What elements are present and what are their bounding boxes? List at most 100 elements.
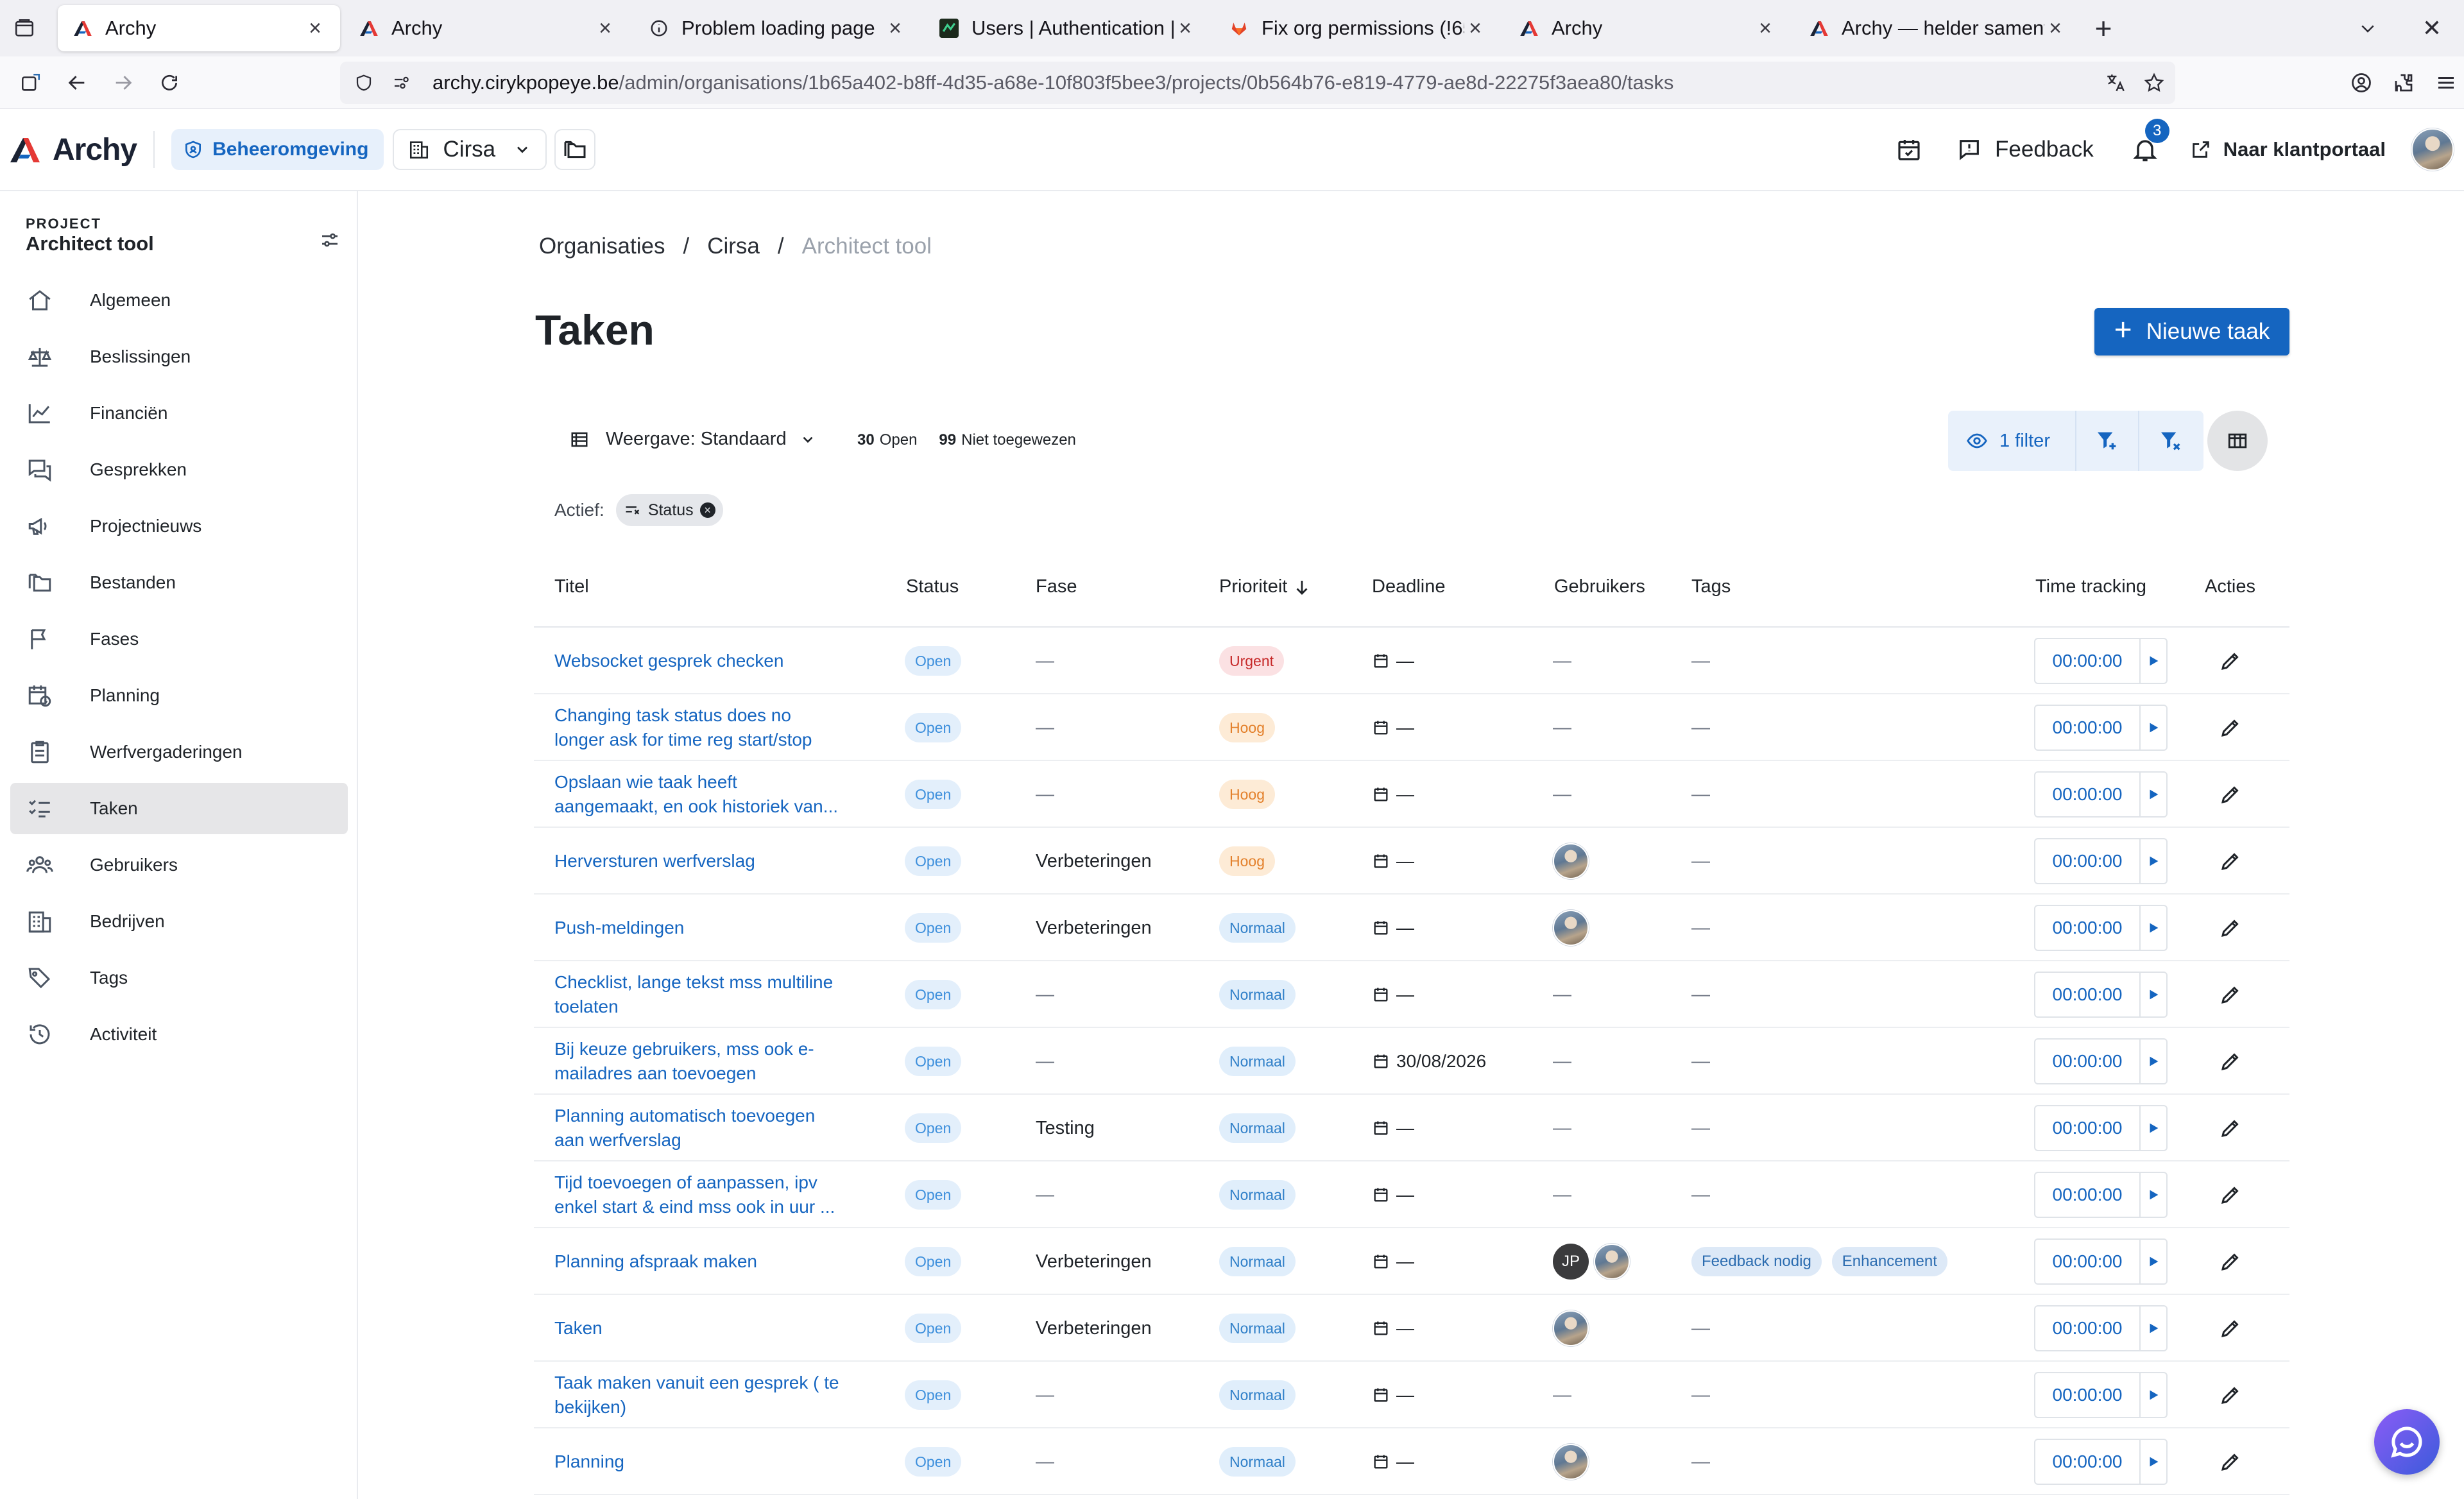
status-badge[interactable]: Open <box>905 913 962 943</box>
browser-tab[interactable]: Archy × <box>1504 5 1790 51</box>
task-deadline-cell[interactable]: — <box>1372 1362 1414 1428</box>
tag-pill[interactable]: Feedback nodig <box>1691 1247 1822 1276</box>
notifications-button[interactable]: 3 <box>2119 119 2171 175</box>
edit-task-button[interactable] <box>2211 1242 2250 1281</box>
priority-badge[interactable]: Normaal <box>1219 1447 1296 1477</box>
priority-badge[interactable]: Normaal <box>1219 1380 1296 1410</box>
edit-task-button[interactable] <box>2211 1109 2250 1147</box>
priority-badge[interactable]: Normaal <box>1219 1314 1296 1343</box>
task-title-link[interactable]: Planning afspraak maken <box>554 1228 869 1295</box>
tab-close-icon[interactable]: × <box>1464 16 1486 41</box>
column-tags[interactable]: Tags <box>1691 576 1731 597</box>
sidebar-item-tags[interactable]: Tags <box>10 952 348 1004</box>
user-avatar[interactable] <box>1553 910 1589 946</box>
edit-task-button[interactable] <box>2211 975 2250 1014</box>
task-deadline-cell[interactable]: — <box>1372 828 1414 895</box>
play-timer-button[interactable] <box>2141 1173 2166 1217</box>
status-filter-chip[interactable]: Status × <box>615 494 723 526</box>
breadcrumb-organisaties[interactable]: Organisaties <box>539 234 665 259</box>
status-badge[interactable]: Open <box>905 1447 962 1477</box>
address-bar[interactable]: archy.cirykpopeye.be/admin/organisations… <box>340 62 2175 104</box>
task-title-link[interactable]: Herversturen werfverslag <box>554 828 869 895</box>
priority-badge[interactable]: Normaal <box>1219 913 1296 943</box>
user-avatar[interactable] <box>1594 1244 1630 1280</box>
client-portal-link[interactable]: Naar klantportaal <box>2190 138 2386 161</box>
priority-badge[interactable]: Hoog <box>1219 846 1275 876</box>
play-timer-button[interactable] <box>2141 973 2166 1016</box>
forward-icon[interactable] <box>100 60 146 106</box>
task-title-link[interactable]: Bij keuze gebruikers, mss ook e-mailadre… <box>554 1028 869 1095</box>
add-filter-button[interactable] <box>2076 411 2139 471</box>
sidebar-item-gebruikers[interactable]: Gebruikers <box>10 839 348 891</box>
calendar-button[interactable] <box>1896 124 1922 175</box>
tab-list-icon[interactable] <box>0 0 49 56</box>
play-timer-button[interactable] <box>2141 706 2166 750</box>
column-time-tracking[interactable]: Time tracking <box>2035 576 2146 597</box>
filter-toggle-button[interactable]: 1 filter <box>1948 411 2076 471</box>
play-timer-button[interactable] <box>2141 1040 2166 1083</box>
status-badge[interactable]: Open <box>905 1113 962 1143</box>
hamburger-menu-icon[interactable] <box>2434 71 2458 94</box>
user-avatar[interactable] <box>1553 1310 1589 1346</box>
status-badge[interactable]: Open <box>905 1380 962 1410</box>
feedback-button[interactable]: Feedback <box>1956 124 2094 175</box>
sidebar-item-algemeen[interactable]: Algemeen <box>10 275 348 326</box>
time-value[interactable]: 00:00:00 <box>2035 1373 2141 1417</box>
play-timer-button[interactable] <box>2141 1373 2166 1417</box>
time-value[interactable]: 00:00:00 <box>2035 1306 2141 1350</box>
status-badge[interactable]: Open <box>905 1180 962 1210</box>
browser-tab[interactable]: Archy × <box>344 5 630 51</box>
tab-close-icon[interactable]: × <box>2044 16 2066 41</box>
clear-filters-button[interactable] <box>2139 411 2202 471</box>
time-value[interactable]: 00:00:00 <box>2035 1240 2141 1283</box>
sidebar-item-bedrijven[interactable]: Bedrijven <box>10 896 348 947</box>
edit-task-button[interactable] <box>2211 642 2250 680</box>
sidebar-item-planning[interactable]: Planning <box>10 670 348 721</box>
priority-badge[interactable]: Normaal <box>1219 1047 1296 1076</box>
edit-task-button[interactable] <box>2211 1309 2250 1348</box>
status-badge[interactable]: Open <box>905 646 962 676</box>
column-fase[interactable]: Fase <box>1036 576 1077 597</box>
status-badge[interactable]: Open <box>905 780 962 809</box>
task-deadline-cell[interactable]: — <box>1372 628 1414 694</box>
edit-task-button[interactable] <box>2211 842 2250 880</box>
organisation-select[interactable]: Cirsa <box>393 129 547 170</box>
sidebar-item-financi-n[interactable]: Financiën <box>10 388 348 439</box>
browser-tab[interactable]: Archy — helder samenw × <box>1794 5 2080 51</box>
play-timer-button[interactable] <box>2141 1106 2166 1150</box>
time-value[interactable]: 00:00:00 <box>2035 1040 2141 1083</box>
time-value[interactable]: 00:00:00 <box>2035 773 2141 816</box>
task-deadline-cell[interactable]: 30/08/2026 <box>1372 1028 1486 1095</box>
play-timer-button[interactable] <box>2141 839 2166 883</box>
priority-badge[interactable]: Hoog <box>1219 780 1275 809</box>
status-badge[interactable]: Open <box>905 713 962 742</box>
page-info-icon[interactable] <box>391 73 411 92</box>
status-badge[interactable]: Open <box>905 980 962 1009</box>
task-deadline-cell[interactable]: — <box>1372 1095 1414 1161</box>
column-deadline[interactable]: Deadline <box>1372 576 1445 597</box>
tab-close-icon[interactable]: × <box>1174 16 1196 41</box>
sidebar-item-projectnieuws[interactable]: Projectnieuws <box>10 501 348 552</box>
edit-task-button[interactable] <box>2211 1443 2250 1481</box>
project-settings-button[interactable] <box>318 228 341 252</box>
sidebar-item-taken[interactable]: Taken <box>10 783 348 834</box>
url-text[interactable]: archy.cirykpopeye.be/admin/organisations… <box>432 71 1673 94</box>
column-users[interactable]: Gebruikers <box>1554 576 1645 597</box>
bookmark-star-icon[interactable] <box>2143 72 2165 94</box>
status-badge[interactable]: Open <box>905 1047 962 1076</box>
view-select[interactable]: Weergave: Standaard <box>570 429 816 450</box>
task-deadline-cell[interactable]: — <box>1372 1295 1414 1362</box>
edit-task-button[interactable] <box>2211 775 2250 814</box>
time-value[interactable]: 00:00:00 <box>2035 639 2141 683</box>
tag-pill[interactable]: Enhancement <box>1831 1247 1947 1276</box>
time-value[interactable]: 00:00:00 <box>2035 906 2141 950</box>
task-title-link[interactable]: Changing task status does no longer ask f… <box>554 694 869 761</box>
new-task-button[interactable]: + Nieuwe taak <box>2094 308 2289 355</box>
chat-support-button[interactable] <box>2374 1409 2440 1475</box>
task-deadline-cell[interactable]: — <box>1372 961 1414 1028</box>
tab-close-icon[interactable]: × <box>594 16 616 41</box>
priority-badge[interactable]: Normaal <box>1219 980 1296 1009</box>
priority-badge[interactable]: Hoog <box>1219 713 1275 742</box>
sidebar-item-fases[interactable]: Fases <box>10 613 348 665</box>
browser-tab[interactable]: Problem loading page × <box>634 5 920 51</box>
